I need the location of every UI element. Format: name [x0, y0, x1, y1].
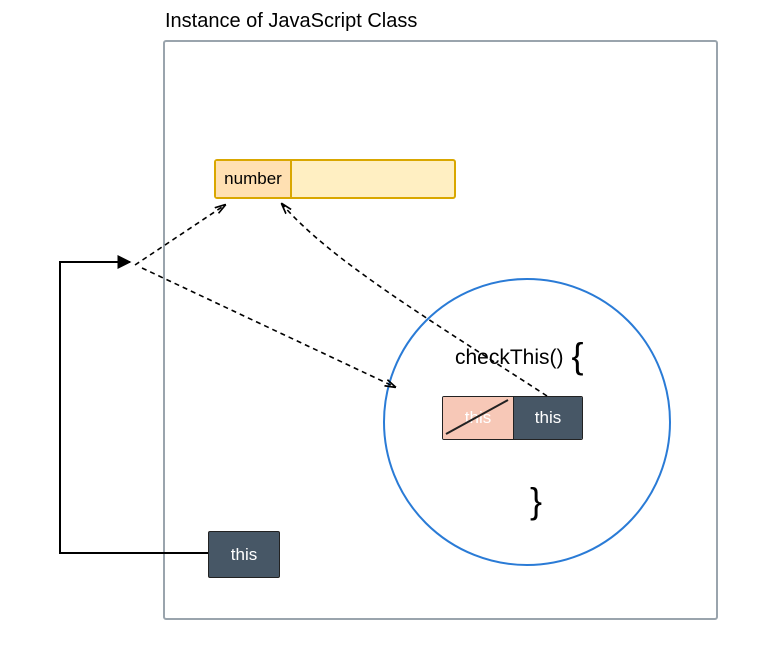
- property-name: number: [216, 161, 292, 197]
- diagram-canvas: Instance of JavaScript Class number chec…: [0, 0, 764, 669]
- this-crossed: this: [443, 397, 513, 439]
- method-label: checkThis() {: [455, 340, 584, 376]
- this-active: this: [513, 397, 582, 439]
- diagram-title: Instance of JavaScript Class: [165, 10, 417, 33]
- brace-close: }: [530, 480, 542, 522]
- brace-open: {: [572, 338, 584, 374]
- method-name: checkThis(): [455, 346, 564, 370]
- outer-this: this: [208, 531, 280, 578]
- this-pair: this this: [442, 396, 583, 440]
- property-slot: number: [214, 159, 456, 199]
